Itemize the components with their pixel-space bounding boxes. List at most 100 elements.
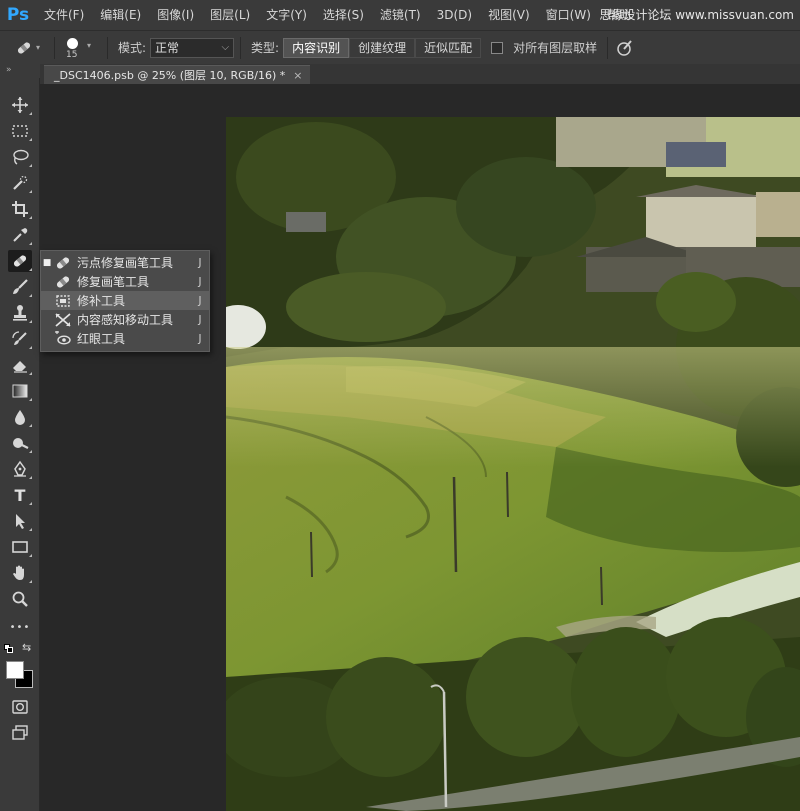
flyout-shortcut: J [198, 332, 202, 345]
menu-select[interactable]: 选择(S) [315, 0, 372, 30]
healing-brush-icon [13, 255, 27, 267]
menu-3d[interactable]: 3D(D) [429, 0, 480, 30]
marquee-tool[interactable] [8, 120, 32, 142]
tool-group-indicator [29, 476, 32, 479]
menu-edit[interactable]: 编辑(E) [92, 0, 149, 30]
flyout-label: 污点修复画笔工具 [77, 256, 174, 270]
eraser-tool[interactable] [8, 354, 32, 376]
tool-group-indicator [29, 502, 32, 505]
crop-tool[interactable] [8, 198, 32, 220]
tool-group-indicator [29, 320, 32, 323]
flyout-item-spot-healing[interactable]: ■ 污点修复画笔工具 J [41, 253, 209, 272]
menu-filter[interactable]: 滤镜(T) [372, 0, 429, 30]
menu-layer[interactable]: 图层(L) [202, 0, 258, 30]
quick-mask-button[interactable] [8, 696, 32, 718]
blur-tool[interactable] [8, 406, 32, 428]
rectangle-icon [12, 541, 28, 553]
tool-group-indicator [29, 372, 32, 375]
lasso-tool[interactable] [8, 146, 32, 168]
document-image[interactable] [226, 117, 800, 811]
flyout-label: 修复画笔工具 [77, 275, 150, 289]
path-selection-tool[interactable] [8, 510, 32, 532]
flyout-label: 修补工具 [77, 294, 126, 308]
flyout-item-patch[interactable]: 修补工具 J [41, 291, 209, 310]
rectangle-tool[interactable] [8, 536, 32, 558]
pen-tool[interactable] [8, 458, 32, 480]
eyedropper-tool[interactable] [8, 224, 32, 246]
sample-all-layers-checkbox[interactable] [491, 41, 504, 54]
separator [54, 36, 55, 59]
type-content-aware-button[interactable]: 内容识别 [283, 37, 350, 58]
menu-view[interactable]: 视图(V) [480, 0, 538, 30]
move-tool[interactable] [8, 94, 32, 116]
flyout-shortcut: J [198, 256, 202, 269]
document-title: _DSC1406.psb @ 25% (图层 10, RGB/16) * [54, 69, 286, 82]
menu-image[interactable]: 图像(I) [149, 0, 202, 30]
tool-preset-picker[interactable]: ▾ [14, 38, 48, 58]
move-icon [12, 97, 28, 113]
flyout-shortcut: J [198, 313, 202, 326]
tool-group-indicator [29, 450, 32, 453]
tool-group-indicator [29, 346, 32, 349]
type-tool[interactable]: T [8, 484, 32, 506]
photoshop-logo: Ps [6, 5, 30, 25]
swap-colors-icon[interactable]: ⇆ [22, 641, 31, 654]
mode-select[interactable]: 正常 ⌵ [150, 37, 235, 58]
mode-value: 正常 [155, 40, 180, 55]
more-tools-button[interactable]: ••• [8, 616, 32, 638]
foreground-color-swatch[interactable] [6, 661, 24, 679]
hand-tool[interactable] [8, 562, 32, 584]
tool-group-indicator [29, 294, 32, 297]
dodge-icon [13, 438, 29, 449]
document-tab[interactable]: _DSC1406.psb @ 25% (图层 10, RGB/16) * × [44, 65, 311, 84]
marquee-icon [12, 125, 28, 137]
default-colors-icon[interactable] [4, 644, 14, 654]
collapse-panels-button[interactable]: » [0, 64, 40, 78]
stamp-icon [13, 305, 27, 321]
tool-group-indicator [29, 580, 32, 583]
pressure-pen-icon [617, 39, 632, 56]
gradient-icon [12, 384, 28, 398]
type-proximity-match-button[interactable]: 近似匹配 [415, 37, 482, 58]
gradient-tool[interactable] [8, 380, 32, 402]
default-bg-mini [7, 647, 13, 653]
quick-select-tool[interactable] [8, 172, 32, 194]
brush-size-label: 15 [66, 49, 78, 60]
pressure-size-button[interactable] [614, 37, 636, 59]
menu-bar: Ps 文件(F) 编辑(E) 图像(I) 图层(L) 文字(Y) 选择(S) 滤… [0, 0, 800, 30]
close-tab-icon[interactable]: × [293, 69, 302, 82]
menu-type[interactable]: 文字(Y) [258, 0, 315, 30]
spot-healing-icon [53, 255, 73, 271]
menu-file[interactable]: 文件(F) [36, 0, 92, 30]
brush-tip-preview [67, 37, 78, 49]
flyout-item-red-eye[interactable]: 红眼工具 J [41, 329, 209, 348]
document-tab-bar: _DSC1406.psb @ 25% (图层 10, RGB/16) * × [40, 64, 800, 84]
eraser-icon [13, 361, 27, 373]
chevron-down-icon: ▾ [36, 43, 41, 52]
flyout-item-healing-brush[interactable]: 修复画笔工具 J [41, 272, 209, 291]
dodge-tool[interactable] [8, 432, 32, 454]
options-bar: ▾ 15 ▾ 模式: 正常 ⌵ 类型: 内容识别 创建纹理 近似匹配 对所有图层… [0, 30, 800, 64]
zoom-tool[interactable] [8, 588, 32, 610]
screen-mode-icon [12, 725, 28, 740]
healing-brush-tool[interactable] [8, 250, 32, 272]
brush-picker[interactable]: 15 ▾ [61, 33, 101, 63]
landscape-photo [226, 117, 800, 811]
type-create-texture-button[interactable]: 创建纹理 [349, 37, 416, 58]
clone-stamp-tool[interactable] [8, 302, 32, 324]
history-brush-tool[interactable] [8, 328, 32, 350]
brush-tool[interactable] [8, 276, 32, 298]
healing-tools-flyout: ■ 污点修复画笔工具 J 修复画笔工具 J 修补工具 J 内容感知移动工具 J [40, 250, 210, 352]
menu-window[interactable]: 窗口(W) [538, 0, 599, 30]
brush-icon [13, 279, 28, 294]
flyout-item-content-aware-move[interactable]: 内容感知移动工具 J [41, 310, 209, 329]
pen-icon [14, 460, 26, 477]
path-select-icon [16, 514, 25, 529]
quick-mask-icon [12, 700, 28, 714]
flyout-shortcut: J [198, 294, 202, 307]
quick-select-icon [13, 175, 28, 190]
more-icon: ••• [9, 621, 31, 633]
flyout-shortcut: J [198, 275, 202, 288]
screen-mode-button[interactable] [8, 722, 32, 744]
tool-group-indicator [29, 528, 32, 531]
